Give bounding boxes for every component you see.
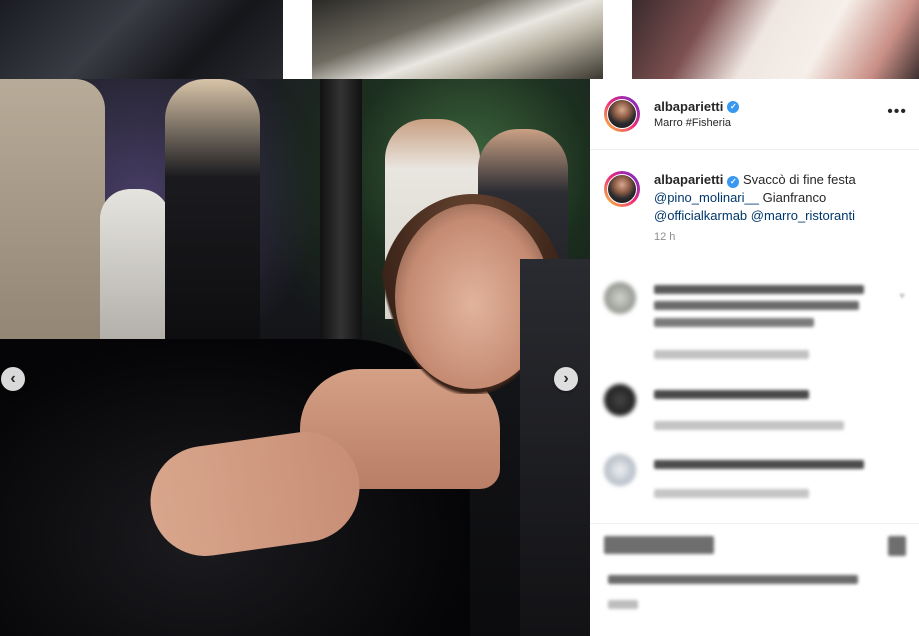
comment-meta-blurred (654, 421, 844, 430)
verified-badge-icon: ✓ (727, 176, 740, 188)
comment-avatar[interactable] (604, 282, 636, 314)
photo-pole (320, 79, 362, 339)
post-caption: albaparietti ✓ Svaccò di fine festa @pino… (590, 150, 919, 225)
post-side-panel: albaparietti ✓ Marro #Fisheria ••• albap… (590, 79, 919, 636)
photo-background-person (520, 259, 590, 636)
comment-text-blurred (654, 460, 864, 469)
comment-meta-blurred (654, 350, 809, 359)
timestamp-blurred (608, 600, 638, 609)
divider (590, 523, 919, 524)
post-photo[interactable]: ‹ › (0, 79, 590, 636)
grid-thumbnail[interactable] (312, 0, 603, 79)
post-modal: ‹ › albaparietti ✓ Marro #Fisheria ••• a… (0, 79, 919, 636)
photo-background-person (165, 79, 260, 359)
likes-blurred (608, 575, 858, 584)
grid-thumbnail[interactable] (0, 0, 283, 79)
caption-text: albaparietti ✓ Svaccò di fine festa @pino… (654, 171, 856, 225)
caption-body: Gianfranco (762, 190, 827, 205)
location-link[interactable]: Marro #Fisheria (654, 117, 739, 129)
username-link[interactable]: albaparietti (654, 99, 723, 114)
comment-avatar[interactable] (604, 384, 636, 416)
comment-text-blurred (654, 301, 859, 310)
caption-username[interactable]: albaparietti (654, 172, 723, 187)
mention-link[interactable]: @pino_molinari__ (654, 190, 759, 205)
comment-avatar[interactable] (604, 454, 636, 486)
post-timestamp[interactable]: 12 h (590, 231, 919, 243)
mention-link[interactable]: @officialkarmab (654, 208, 747, 223)
comment-text-blurred (654, 285, 864, 294)
more-options-icon[interactable]: ••• (887, 103, 907, 121)
grid-thumbnail[interactable] (632, 0, 919, 79)
chevron-right-icon[interactable]: › (554, 367, 578, 391)
comment-meta-blurred (654, 489, 809, 498)
action-icons-blurred[interactable] (604, 536, 714, 554)
background-feed-grid (0, 0, 919, 79)
bookmark-icon[interactable] (888, 536, 906, 556)
comment-text-blurred (654, 318, 814, 327)
avatar[interactable] (604, 96, 640, 132)
post-header: albaparietti ✓ Marro #Fisheria ••• (590, 79, 919, 150)
post-user-info: albaparietti ✓ Marro #Fisheria (654, 99, 740, 129)
heart-icon[interactable]: ♥ (899, 291, 905, 302)
avatar[interactable] (604, 171, 640, 207)
chevron-left-icon[interactable]: ‹ (1, 367, 25, 391)
verified-badge-icon: ✓ (727, 100, 740, 113)
comment-text-blurred (654, 390, 809, 399)
username-row: albaparietti ✓ (654, 99, 740, 114)
mention-link[interactable]: @marro_ristoranti (751, 208, 855, 223)
photo-background-person (0, 79, 105, 379)
caption-body: Svaccò di fine festa (742, 172, 856, 187)
